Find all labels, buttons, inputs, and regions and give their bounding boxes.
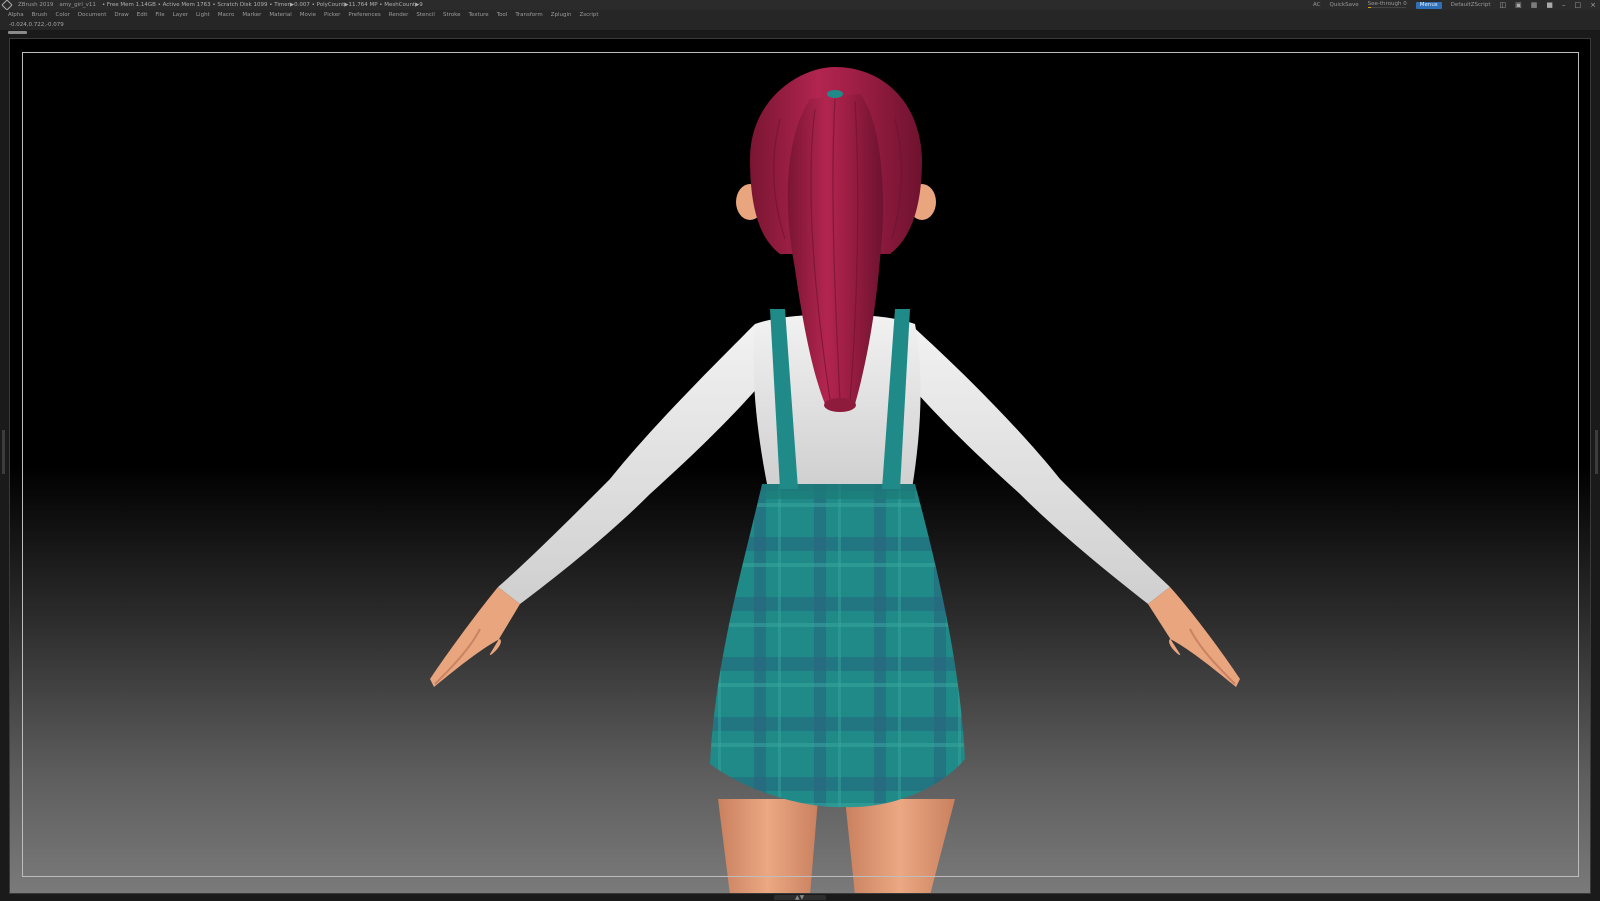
- legs: [718, 799, 955, 893]
- lock-icon[interactable]: ■: [1546, 0, 1553, 10]
- quicksave-button[interactable]: QuickSave: [1330, 0, 1359, 10]
- menu-marker[interactable]: Marker: [242, 10, 261, 20]
- menu-file[interactable]: File: [155, 10, 164, 20]
- viewport-3d-model[interactable]: [10, 39, 1591, 894]
- cursor-coordinates: -0.024,0.722,-0.079: [9, 22, 64, 28]
- minimize-icon[interactable]: –: [1562, 0, 1566, 10]
- menu-movie[interactable]: Movie: [300, 10, 316, 20]
- see-through-fill: [1367, 6, 1372, 9]
- ac-button[interactable]: AC: [1313, 0, 1321, 10]
- menu-render[interactable]: Render: [389, 10, 409, 20]
- menu-texture[interactable]: Texture: [469, 10, 489, 20]
- document-name: amy_girl_v11: [59, 2, 96, 8]
- see-through-track: [1367, 6, 1406, 9]
- plaid-skirt: [710, 484, 965, 808]
- menu-tool[interactable]: Tool: [497, 10, 508, 20]
- left-tray-handle[interactable]: [2, 430, 5, 474]
- menu-material[interactable]: Material: [269, 10, 291, 20]
- menu-document[interactable]: Document: [78, 10, 107, 20]
- menu-preferences[interactable]: Preferences: [348, 10, 380, 20]
- menu-brush[interactable]: Brush: [32, 10, 48, 20]
- maximize-icon[interactable]: □: [1575, 0, 1582, 10]
- menus-button[interactable]: Menus: [1415, 1, 1442, 9]
- close-icon[interactable]: ×: [1590, 0, 1596, 10]
- right-tray-handle[interactable]: [1595, 430, 1598, 474]
- hair-tie: [827, 90, 843, 98]
- left-arm: [430, 324, 765, 687]
- see-through-slider[interactable]: See-through 0: [1367, 1, 1407, 9]
- window-layout-icon[interactable]: ◫: [1500, 0, 1507, 10]
- menu-bar: Alpha Brush Color Document Draw Edit File Layer…: [0, 10, 1600, 20]
- coordinate-bar: -0.024,0.722,-0.079: [0, 20, 1600, 30]
- memory-stats: • Free Mem 1.14GB • Active Mem 1763 • Sc…: [101, 2, 423, 8]
- menu-transform[interactable]: Transform: [515, 10, 542, 20]
- default-zscript-button[interactable]: DefaultZScript: [1451, 0, 1491, 10]
- menu-layer[interactable]: Layer: [173, 10, 188, 20]
- bottom-tray-handle[interactable]: ▲▼: [774, 894, 826, 901]
- title-bar: ZBrush 2019 amy_girl_v11 • Free Mem 1.14…: [0, 0, 1600, 11]
- palette-icon[interactable]: ▣: [1515, 0, 1522, 10]
- document-canvas[interactable]: [9, 38, 1591, 894]
- menu-light[interactable]: Light: [196, 10, 210, 20]
- app-name: ZBrush 2019: [18, 2, 54, 8]
- menu-draw[interactable]: Draw: [114, 10, 128, 20]
- menu-zplugin[interactable]: Zplugin: [551, 10, 572, 20]
- menu-macro[interactable]: Macro: [218, 10, 235, 20]
- dock-icon[interactable]: ▦: [1531, 0, 1538, 10]
- menu-stencil[interactable]: Stencil: [416, 10, 435, 20]
- menu-items: Alpha Brush Color Document Draw Edit File Layer…: [8, 10, 599, 20]
- menu-stroke[interactable]: Stroke: [443, 10, 461, 20]
- progress-indicator: [8, 31, 27, 34]
- menu-zscript[interactable]: Zscript: [579, 10, 598, 20]
- menu-alpha[interactable]: Alpha: [8, 10, 24, 20]
- menu-edit[interactable]: Edit: [137, 10, 148, 20]
- menu-color[interactable]: Color: [56, 10, 70, 20]
- menu-picker[interactable]: Picker: [324, 10, 340, 20]
- right-arm: [905, 324, 1240, 687]
